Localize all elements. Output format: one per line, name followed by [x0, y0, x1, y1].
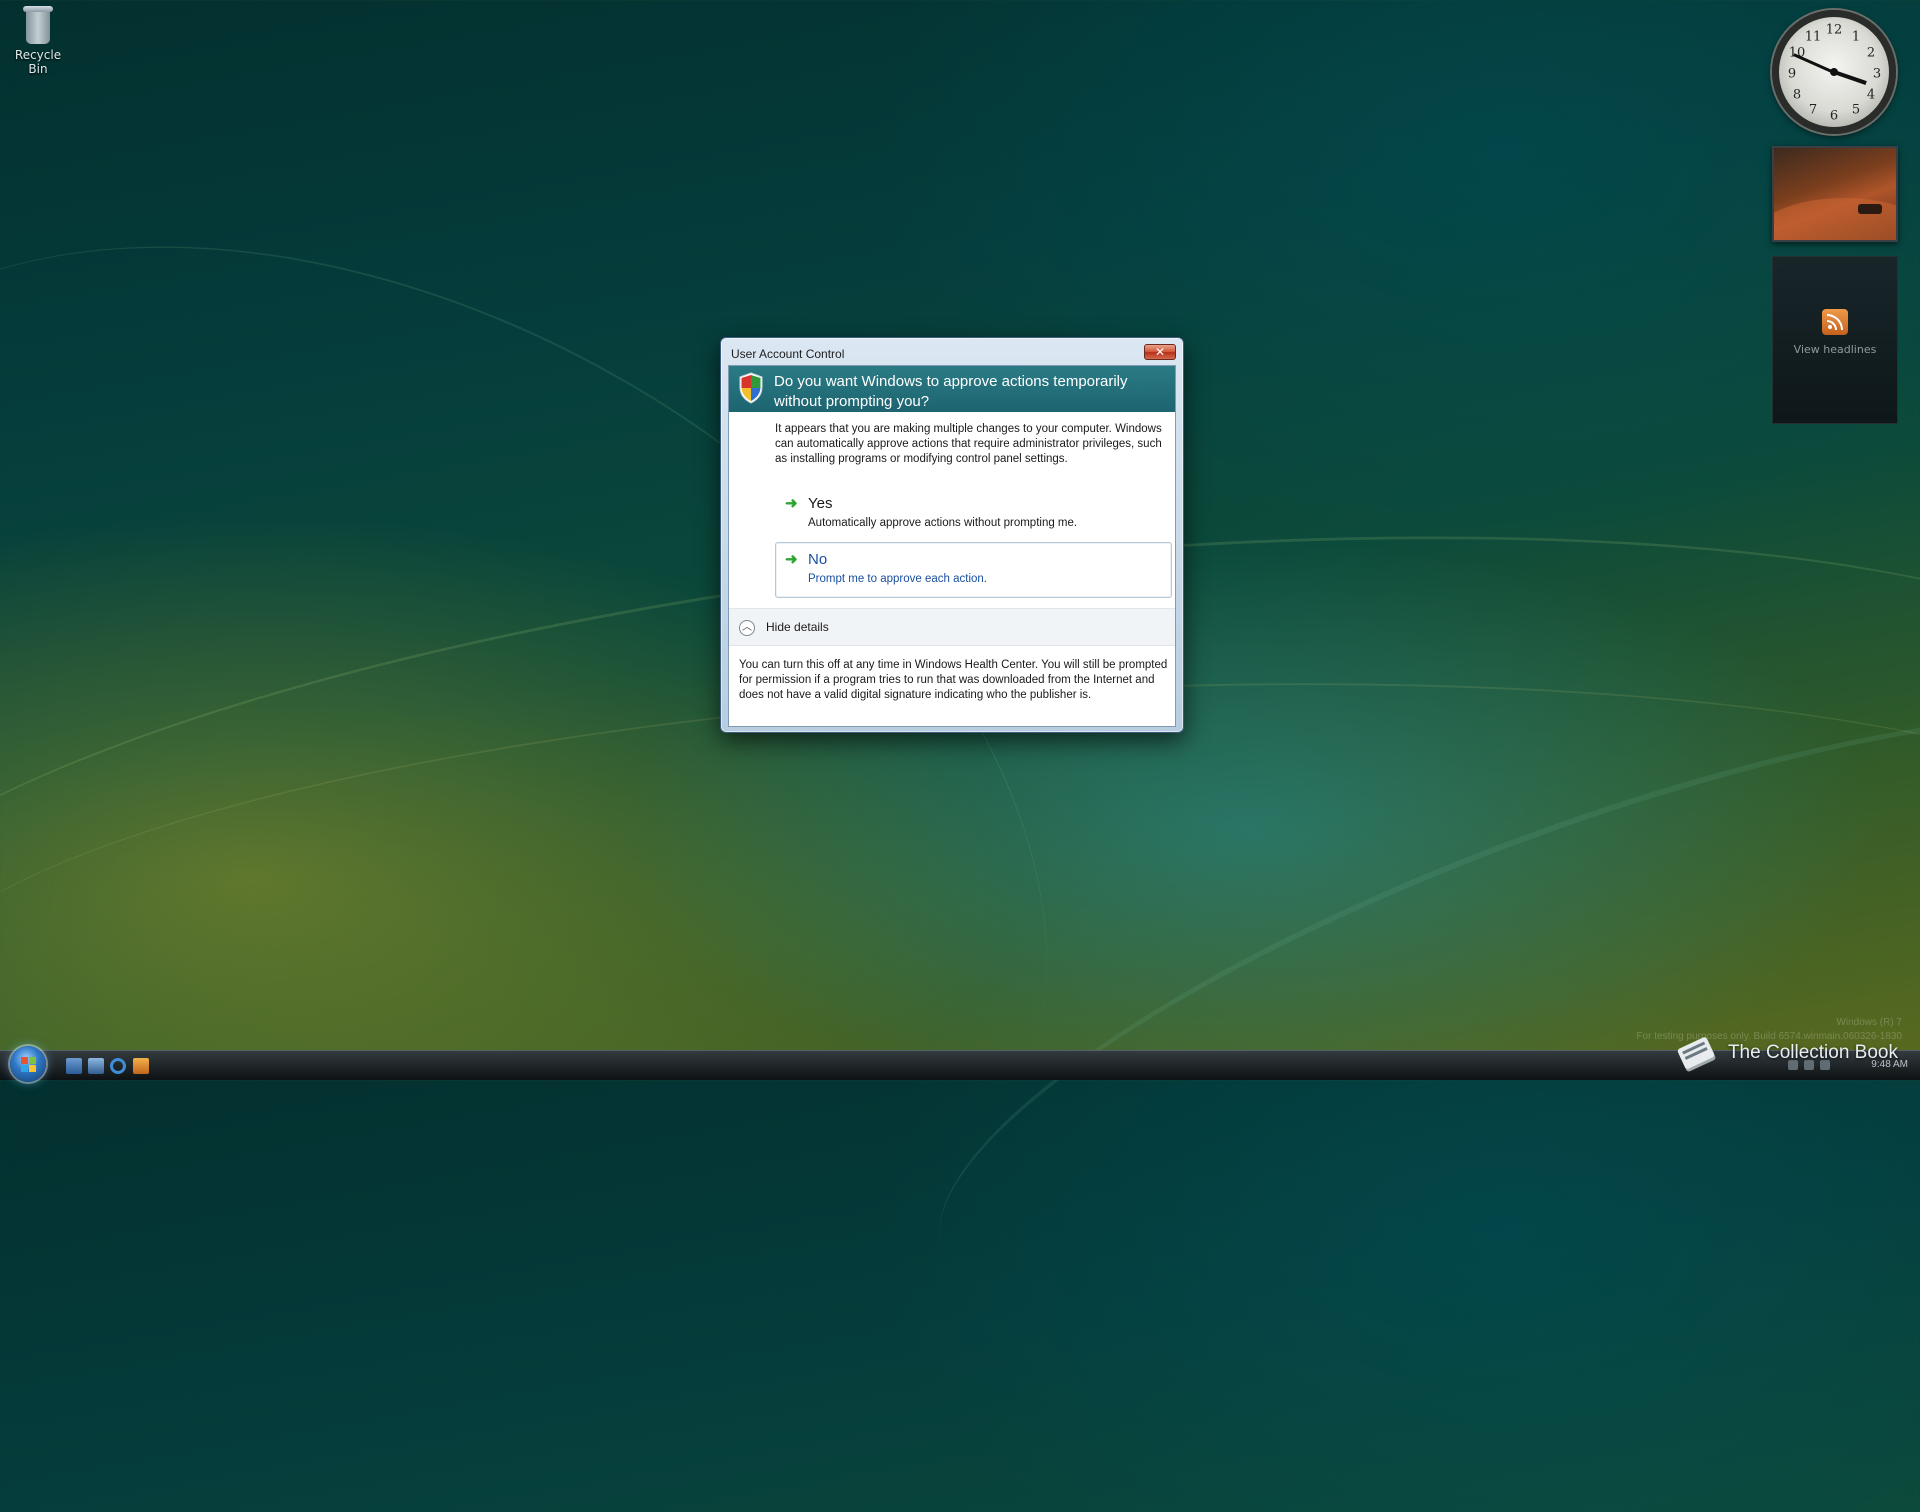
- recycle-bin-label: Recycle Bin: [14, 48, 62, 76]
- dialog-body: It appears that you are making multiple …: [729, 412, 1175, 608]
- green-arrow-icon: ➜: [785, 495, 798, 512]
- recycle-bin-icon: [22, 2, 54, 44]
- details-text: You can turn this off at any time in Win…: [739, 659, 1168, 701]
- dialog-intro-text: It appears that you are making multiple …: [775, 423, 1162, 465]
- rss-icon: [1822, 309, 1848, 335]
- no-option-button[interactable]: ➜ No Prompt me to approve each action.: [775, 542, 1172, 598]
- clock-number: 6: [1829, 108, 1839, 124]
- clock-number: 1: [1851, 29, 1861, 45]
- clock-number: 2: [1866, 45, 1876, 61]
- dialog-title: User Account Control: [731, 347, 845, 361]
- clock-center-pin: [1830, 68, 1838, 76]
- brand-name: The Collection Book: [1727, 1042, 1898, 1063]
- hide-details-toggle[interactable]: ︿ Hide details: [729, 608, 1175, 646]
- slideshow-gadget[interactable]: [1772, 146, 1898, 242]
- wallpaper-swoosh: [0, 30, 1232, 1512]
- dialog-titlebar[interactable]: User Account Control ✕: [721, 338, 1183, 365]
- feed-headlines-gadget[interactable]: View headlines: [1772, 256, 1898, 424]
- clock-minute-hand: [1793, 52, 1835, 74]
- clock-hour-hand: [1833, 70, 1867, 85]
- show-desktop-icon[interactable]: [66, 1058, 82, 1074]
- dialog-content: Do you want Windows to approve actions t…: [728, 365, 1176, 727]
- windows-logo-icon: [10, 1046, 46, 1082]
- hide-details-label: Hide details: [766, 620, 829, 634]
- option-description: Automatically approve actions without pr…: [808, 517, 1078, 529]
- clock-number: 4: [1866, 87, 1876, 103]
- watermark-line: Windows (R) 7: [1836, 1017, 1902, 1028]
- security-shield-icon: [739, 372, 763, 404]
- close-button[interactable]: ✕: [1144, 344, 1176, 360]
- option-description: Prompt me to approve each action.: [808, 573, 987, 585]
- user-account-control-dialog: User Account Control ✕ Do you want Windo…: [720, 337, 1184, 733]
- switch-windows-icon[interactable]: [88, 1058, 104, 1074]
- chevron-up-icon: ︿: [739, 620, 755, 636]
- green-arrow-icon: ➜: [785, 551, 798, 568]
- feed-headlines-label[interactable]: View headlines: [1773, 343, 1897, 356]
- clock-number: 3: [1872, 66, 1882, 82]
- clock-number: 12: [1825, 22, 1843, 38]
- yes-option-button[interactable]: ➜ Yes Automatically approve actions with…: [775, 486, 1172, 542]
- internet-explorer-icon[interactable]: [110, 1058, 126, 1074]
- clock-number: 7: [1808, 102, 1818, 118]
- clock-number: 5: [1851, 102, 1861, 118]
- book-icon: [1671, 1029, 1722, 1077]
- taskbar: 9:48 AM: [0, 1046, 1920, 1082]
- collection-book-brand: The Collection Book: [1676, 1033, 1898, 1073]
- clock-number: 9: [1787, 66, 1797, 82]
- start-button[interactable]: [2, 1042, 54, 1086]
- media-player-icon[interactable]: [133, 1058, 149, 1074]
- dialog-banner: Do you want Windows to approve actions t…: [729, 366, 1175, 412]
- clock-number: 8: [1792, 87, 1802, 103]
- option-label: Yes: [808, 495, 833, 512]
- close-icon: ✕: [1154, 345, 1166, 359]
- option-label: No: [808, 551, 828, 568]
- clock-gadget[interactable]: 12 1 2 3 4 5 6 7 8 9 10 11: [1772, 10, 1896, 134]
- recycle-bin-desktop-icon[interactable]: Recycle Bin: [4, 2, 72, 76]
- slideshow-photo-detail: [1858, 204, 1882, 214]
- dialog-heading: Do you want Windows to approve actions t…: [774, 373, 1128, 410]
- clock-number: 11: [1804, 29, 1822, 45]
